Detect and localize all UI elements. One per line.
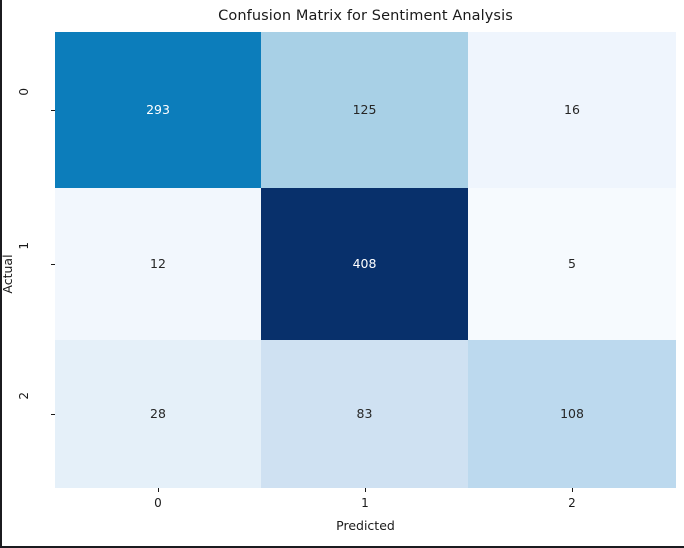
matrix-cell: 16 (468, 32, 676, 188)
chart-title: Confusion Matrix for Sentiment Analysis (218, 8, 513, 24)
matrix-cell: 12 (55, 188, 261, 340)
x-tick-mark-2 (572, 488, 573, 492)
matrix-cell: 83 (261, 340, 468, 488)
matrix-cell: 5 (468, 188, 676, 340)
matrix-cell: 28 (55, 340, 261, 488)
y-tick-label-2: 2 (17, 392, 31, 400)
x-tick-label-0: 0 (154, 496, 162, 510)
matrix-cell: 408 (261, 188, 468, 340)
matrix-cell: 108 (468, 340, 676, 488)
x-tick-mark-1 (365, 488, 366, 492)
figure-canvas: Confusion Matrix for Sentiment Analysis … (0, 0, 684, 548)
x-tick-label-1: 1 (361, 496, 369, 510)
x-axis-label: Predicted (336, 518, 395, 533)
matrix-cell: 293 (55, 32, 261, 188)
y-axis-label: Actual (0, 254, 15, 294)
y-tick-label-0: 0 (17, 88, 31, 96)
confusion-matrix-heatmap: 293 125 16 12 408 5 28 83 108 (55, 32, 676, 488)
y-tick-label-1: 1 (17, 242, 31, 250)
matrix-cell: 125 (261, 32, 468, 188)
x-tick-mark-0 (158, 488, 159, 492)
x-tick-label-2: 2 (568, 496, 576, 510)
